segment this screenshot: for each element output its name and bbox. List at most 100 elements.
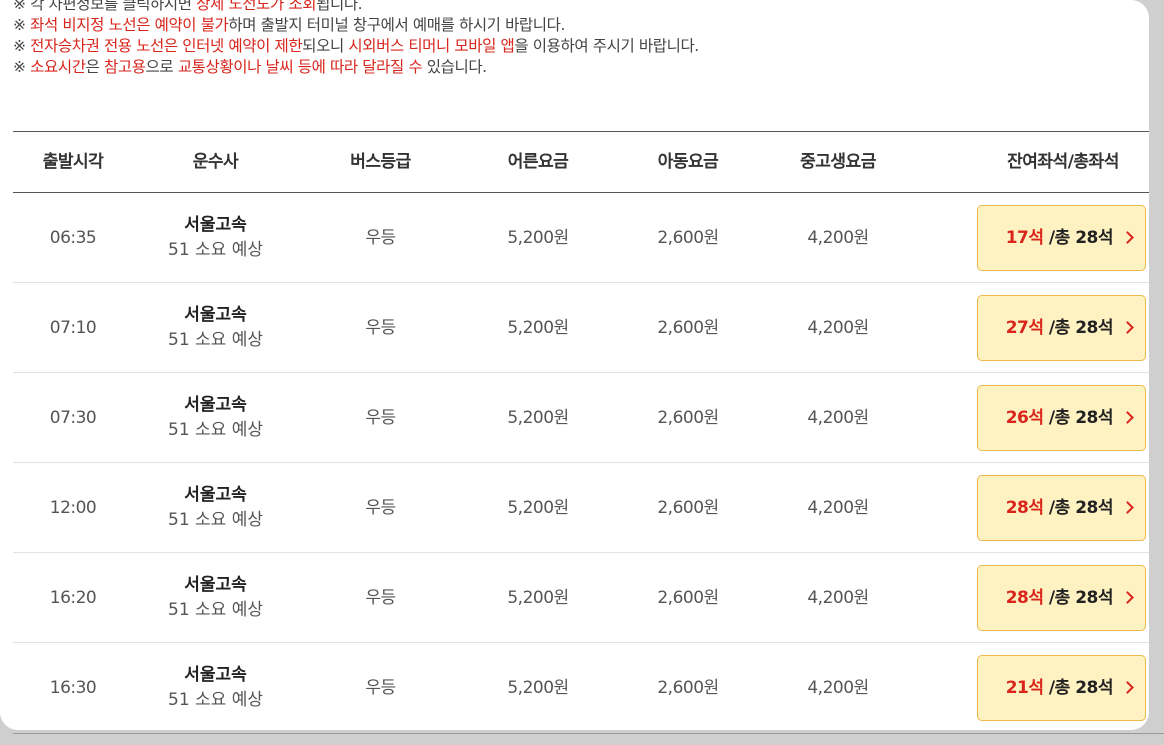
departure-time: 07:10 [49, 318, 97, 338]
student-fare: 4,200원 [807, 588, 869, 608]
notice-text: 됩니다. [316, 0, 363, 13]
notice-highlight: 좌석 비지정 노선은 예약이 불가 [30, 16, 229, 34]
notice-line: ※ 전자승차권 전용 노선은 인터넷 예약이 제한되오니 시외버스 티머니 모바… [13, 36, 699, 57]
header-student-fare: 중고생요금 [800, 152, 876, 172]
header-bus-grade: 버스등급 [350, 152, 411, 172]
notice-line: ※ 좌석 비지정 노선은 예약이 불가하며 출발지 터미널 창구에서 예매를 하… [13, 15, 699, 36]
schedule-card: ※ 각 차편정보를 클릭하시면 상세 노선도가 조회됩니다. ※ 좌석 비지정 노… [0, 0, 1149, 730]
table-row[interactable]: 07:10 서울고속 51 소요 예상 우등 5,200원 2,600원 4,2… [13, 283, 1149, 373]
notice-text: 을 이용하여 주시기 바랍니다. [514, 37, 699, 55]
remaining-seats: 26석 [1005, 408, 1044, 428]
notice-text: ※ [13, 58, 31, 76]
total-seats: /총 28석 [1043, 408, 1114, 428]
adult-fare: 5,200원 [507, 678, 569, 698]
duration-estimate: 51 소요 예상 [168, 600, 263, 620]
company-cell: 서울고속 51 소요 예상 [133, 303, 298, 353]
company-cell: 서울고속 51 소요 예상 [133, 663, 298, 713]
child-fare: 2,600원 [657, 228, 719, 248]
total-seats: /총 28석 [1043, 588, 1114, 608]
chevron-right-icon [1121, 501, 1134, 514]
table-row[interactable]: 12:00 서울고속 51 소요 예상 우등 5,200원 2,600원 4,2… [13, 463, 1149, 553]
company-cell: 서울고속 51 소요 예상 [133, 393, 298, 443]
header-company: 운수사 [192, 152, 239, 172]
notice-text: 은 [85, 58, 104, 76]
notice-text: 으로 [145, 58, 178, 76]
adult-fare: 5,200원 [507, 228, 569, 248]
notice-text: 하며 출발지 터미널 창구에서 예매를 하시기 바랍니다. [228, 16, 566, 34]
student-fare: 4,200원 [807, 678, 869, 698]
notice-highlight: 시외버스 티머니 모바일 앱 [348, 37, 515, 55]
duration-estimate: 51 소요 예상 [168, 420, 263, 440]
chevron-right-icon [1121, 681, 1134, 694]
chevron-right-icon [1121, 231, 1134, 244]
seat-select-button[interactable]: 27석 /총 28석 [977, 295, 1146, 361]
departure-time: 16:30 [49, 678, 97, 698]
seat-select-button[interactable]: 28석 /총 28석 [977, 475, 1146, 541]
bus-grade: 우등 [365, 408, 396, 428]
duration-estimate: 51 소요 예상 [168, 240, 263, 260]
remaining-seats: 28석 [1005, 588, 1044, 608]
seat-select-button[interactable]: 26석 /총 28석 [977, 385, 1146, 451]
chevron-right-icon [1121, 321, 1134, 334]
bus-grade: 우등 [365, 318, 396, 338]
chevron-right-icon [1121, 591, 1134, 604]
notice-highlight: 소요시간 [30, 58, 86, 76]
bus-grade: 우등 [365, 588, 396, 608]
departure-time: 12:00 [49, 498, 97, 518]
child-fare: 2,600원 [657, 318, 719, 338]
total-seats: /총 28석 [1043, 498, 1114, 518]
company-name: 서울고속 [184, 485, 247, 505]
bus-grade: 우등 [365, 498, 396, 518]
student-fare: 4,200원 [807, 498, 869, 518]
table-row[interactable]: 16:20 서울고속 51 소요 예상 우등 5,200원 2,600원 4,2… [13, 553, 1149, 643]
duration-estimate: 51 소요 예상 [168, 690, 263, 710]
notice-text: ※ 각 차편정보를 클릭하시면 [13, 0, 197, 13]
child-fare: 2,600원 [657, 678, 719, 698]
duration-estimate: 51 소요 예상 [168, 330, 263, 350]
notice-list: ※ 각 차편정보를 클릭하시면 상세 노선도가 조회됩니다. ※ 좌석 비지정 노… [13, 0, 699, 78]
bus-grade: 우등 [365, 228, 396, 248]
header-departure-time: 출발시각 [42, 152, 104, 172]
company-name: 서울고속 [184, 575, 247, 595]
adult-fare: 5,200원 [507, 498, 569, 518]
student-fare: 4,200원 [807, 318, 869, 338]
company-name: 서울고속 [184, 215, 247, 235]
bottom-divider [13, 733, 1164, 734]
student-fare: 4,200원 [807, 408, 869, 428]
seat-select-button[interactable]: 21석 /총 28석 [977, 655, 1146, 721]
adult-fare: 5,200원 [507, 588, 569, 608]
departure-time: 07:30 [49, 408, 97, 428]
chevron-right-icon [1121, 411, 1134, 424]
company-cell: 서울고속 51 소요 예상 [133, 573, 298, 623]
adult-fare: 5,200원 [507, 318, 569, 338]
header-adult-fare: 어른요금 [507, 152, 569, 172]
child-fare: 2,600원 [657, 498, 719, 518]
company-name: 서울고속 [184, 665, 247, 685]
table-row[interactable]: 16:30 서울고속 51 소요 예상 우등 5,200원 2,600원 4,2… [13, 643, 1149, 730]
remaining-seats: 28석 [1005, 498, 1044, 518]
company-cell: 서울고속 51 소요 예상 [133, 213, 298, 263]
notice-text: ※ [13, 16, 31, 34]
remaining-seats: 17석 [1005, 228, 1044, 248]
company-name: 서울고속 [184, 305, 247, 325]
child-fare: 2,600원 [657, 408, 719, 428]
notice-highlight: 교통상황이나 날씨 등에 따라 달라질 수 [177, 58, 423, 76]
child-fare: 2,600원 [657, 588, 719, 608]
notice-highlight: 상세 노선도가 조회 [196, 0, 317, 13]
company-cell: 서울고속 51 소요 예상 [133, 483, 298, 533]
seat-select-button[interactable]: 17석 /총 28석 [977, 205, 1146, 271]
table-body: 06:35 서울고속 51 소요 예상 우등 5,200원 2,600원 4,2… [13, 193, 1149, 730]
remaining-seats: 27석 [1005, 318, 1044, 338]
header-child-fare: 아동요금 [657, 152, 719, 172]
total-seats: /총 28석 [1043, 228, 1114, 248]
student-fare: 4,200원 [807, 228, 869, 248]
company-name: 서울고속 [184, 395, 247, 415]
seat-select-button[interactable]: 28석 /총 28석 [977, 565, 1146, 631]
table-row[interactable]: 07:30 서울고속 51 소요 예상 우등 5,200원 2,600원 4,2… [13, 373, 1149, 463]
adult-fare: 5,200원 [507, 408, 569, 428]
notice-highlight: 전자승차권 전용 노선은 인터넷 예약이 제한 [30, 37, 303, 55]
table-row[interactable]: 06:35 서울고속 51 소요 예상 우등 5,200원 2,600원 4,2… [13, 193, 1149, 283]
duration-estimate: 51 소요 예상 [168, 510, 263, 530]
header-seats: 잔여좌석/총좌석 [1007, 152, 1119, 172]
notice-line: ※ 소요시간은 참고용으로 교통상황이나 날씨 등에 따라 달라질 수 있습니다… [13, 57, 699, 78]
